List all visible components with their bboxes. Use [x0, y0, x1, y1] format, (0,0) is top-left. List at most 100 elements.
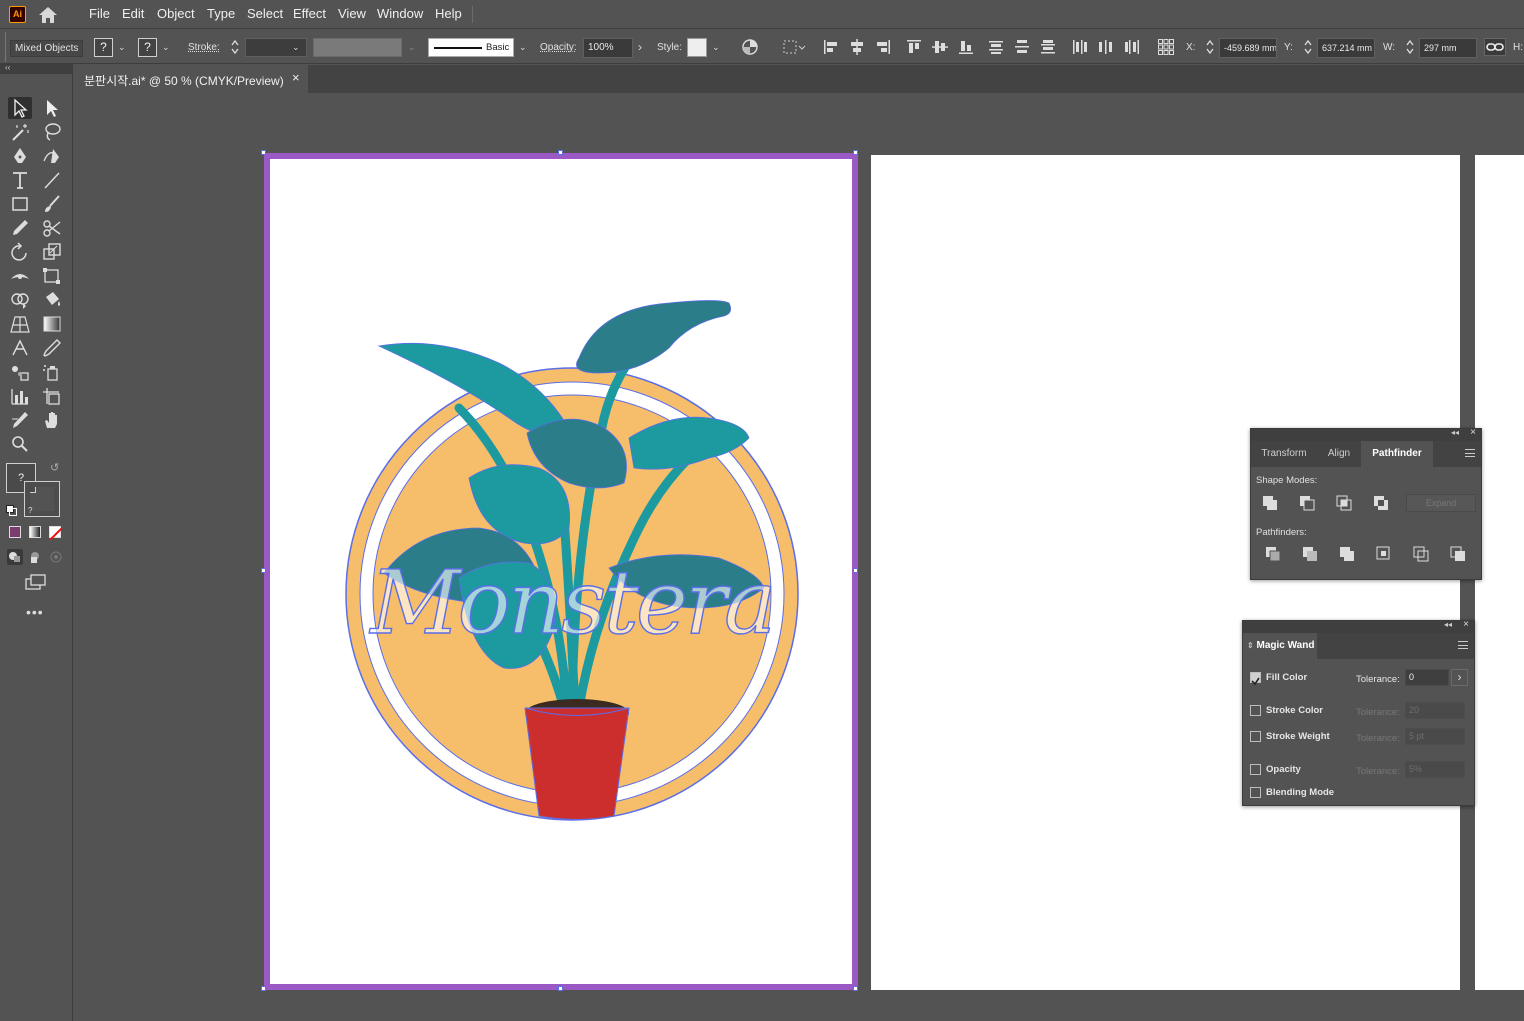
outline-icon[interactable] [1413, 546, 1429, 562]
menu-edit[interactable]: Edit [122, 6, 144, 21]
eyedropper-tool-icon[interactable] [40, 337, 64, 359]
stepper-icon[interactable] [1204, 38, 1216, 56]
flower-pot[interactable] [524, 699, 630, 820]
column-graph-tool-icon[interactable] [8, 385, 32, 407]
exclude-icon[interactable] [1373, 495, 1389, 511]
artboard-tool-icon[interactable] [40, 385, 64, 407]
live-paint-bucket-icon[interactable] [40, 289, 64, 311]
close-icon[interactable]: × [292, 70, 300, 85]
draw-behind-icon[interactable] [28, 549, 44, 565]
graphic-style-swatch[interactable] [687, 38, 707, 57]
artboard-3[interactable] [1475, 155, 1524, 990]
collapse-panel-icon[interactable]: ◂◂ [1451, 428, 1459, 437]
free-transform-tool-icon[interactable] [40, 265, 64, 287]
brush-definition[interactable]: Basic [428, 38, 514, 57]
symbol-sprayer-tool-icon[interactable] [40, 361, 64, 383]
variable-width-profile[interactable] [313, 38, 402, 57]
menu-window[interactable]: Window [377, 6, 423, 21]
opacity-label[interactable]: Opacity: [540, 42, 577, 53]
gradient-tool-icon[interactable] [40, 313, 64, 335]
minus-back-icon[interactable] [1450, 546, 1466, 562]
close-icon[interactable]: × [1463, 619, 1469, 630]
minus-front-icon[interactable] [1299, 495, 1315, 511]
x-field[interactable]: -459.689 mm [1219, 38, 1277, 58]
tab-transform[interactable]: Transform [1251, 441, 1317, 467]
close-icon[interactable]: × [1470, 427, 1476, 438]
chevron-right-icon[interactable]: › [1451, 669, 1468, 686]
panel-options-icon[interactable]: ⇕ [1247, 641, 1254, 650]
selection-handle[interactable] [261, 568, 266, 573]
stroke-color-checkbox[interactable] [1250, 705, 1261, 716]
chevron-down-icon[interactable]: ⌄ [162, 42, 172, 52]
align-to-selection-icon[interactable] [782, 38, 806, 56]
intersect-icon[interactable] [1336, 495, 1352, 511]
none-mode-icon[interactable] [49, 526, 63, 541]
lasso-tool-icon[interactable] [40, 121, 64, 143]
align-right-icon[interactable] [874, 38, 892, 56]
selection-handle[interactable] [558, 986, 563, 991]
selection-tool-icon[interactable] [8, 97, 32, 119]
width-tool-icon[interactable] [8, 265, 32, 287]
scissors-tool-icon[interactable] [40, 217, 64, 239]
trim-icon[interactable] [1302, 546, 1318, 562]
chevron-down-icon[interactable]: ⌄ [292, 42, 302, 52]
canvas[interactable]: Monstera ◂◂ × Transform Align Pathfinder… [74, 93, 1524, 1021]
slice-tool-icon[interactable] [8, 409, 32, 431]
draw-inside-icon[interactable] [48, 549, 64, 565]
panel-menu-icon[interactable] [1458, 641, 1468, 649]
menu-effect[interactable]: Effect [293, 6, 326, 21]
w-field[interactable]: 297 mm [1419, 38, 1477, 58]
monstera-artwork[interactable]: Monstera [339, 288, 819, 828]
align-bottom-icon[interactable] [957, 38, 975, 56]
align-horizontal-center-icon[interactable] [848, 38, 866, 56]
tab-pathfinder[interactable]: Pathfinder [1361, 441, 1433, 467]
pencil-tool-icon[interactable] [8, 217, 32, 239]
crop-icon[interactable] [1376, 546, 1392, 562]
scale-tool-icon[interactable] [40, 241, 64, 263]
distribute-horizontal-center-icon[interactable] [1097, 38, 1115, 56]
fill-color-checkbox[interactable] [1250, 672, 1261, 686]
menu-type[interactable]: Type [207, 6, 235, 21]
expand-button[interactable]: Expand [1406, 494, 1476, 512]
distribute-left-icon[interactable] [1071, 38, 1089, 56]
gradient-mode-icon[interactable] [29, 526, 41, 538]
selection-handle[interactable] [853, 568, 858, 573]
fill-tolerance-field[interactable]: 0 [1405, 669, 1449, 686]
rotate-tool-icon[interactable] [8, 241, 32, 263]
y-field[interactable]: 637.214 mm [1317, 38, 1375, 58]
curvature-tool-icon[interactable] [40, 145, 64, 167]
chevron-down-icon[interactable]: ⌄ [519, 42, 529, 52]
chevron-down-icon[interactable]: ⌄ [712, 42, 722, 52]
document-tab[interactable]: 분판시작.ai* @ 50 % (CMYK/Preview) × [74, 65, 308, 93]
collapse-panel-icon[interactable]: ◂◂ [1444, 620, 1452, 629]
monstera-title-text[interactable]: Monstera [368, 550, 777, 654]
control-bar-grip[interactable] [0, 32, 6, 62]
color-mode-icon[interactable] [9, 526, 21, 538]
home-icon[interactable] [38, 6, 58, 24]
zoom-tool-icon[interactable] [8, 433, 32, 455]
stroke-swatch[interactable]: ? [138, 38, 157, 57]
hand-tool-icon[interactable] [40, 409, 64, 431]
distribute-top-icon[interactable] [987, 38, 1005, 56]
perspective-grid-tool-icon[interactable] [8, 313, 32, 335]
chevron-down-icon[interactable]: ⌄ [118, 42, 128, 52]
mesh-tool-icon[interactable] [8, 337, 32, 359]
stepper-icon[interactable] [1404, 38, 1416, 56]
opacity-tolerance-field[interactable]: 5% [1405, 761, 1465, 778]
divide-icon[interactable] [1265, 546, 1281, 562]
stepper-icon[interactable] [1302, 38, 1314, 56]
constrain-proportions-link-icon[interactable] [1484, 38, 1506, 56]
pen-tool-icon[interactable] [8, 145, 32, 167]
selection-handle[interactable] [853, 150, 858, 155]
selection-handle[interactable] [261, 150, 266, 155]
distribute-vertical-center-icon[interactable] [1013, 38, 1031, 56]
draw-normal-icon[interactable] [7, 549, 23, 565]
paintbrush-tool-icon[interactable] [40, 193, 64, 215]
menu-view[interactable]: View [338, 6, 366, 21]
tab-align[interactable]: Align [1317, 441, 1361, 467]
blend-tool-icon[interactable] [8, 361, 32, 383]
unite-icon[interactable] [1262, 495, 1278, 511]
align-vertical-center-icon[interactable] [931, 38, 949, 56]
screen-mode-icon[interactable] [24, 573, 48, 591]
menu-object[interactable]: Object [157, 6, 195, 21]
